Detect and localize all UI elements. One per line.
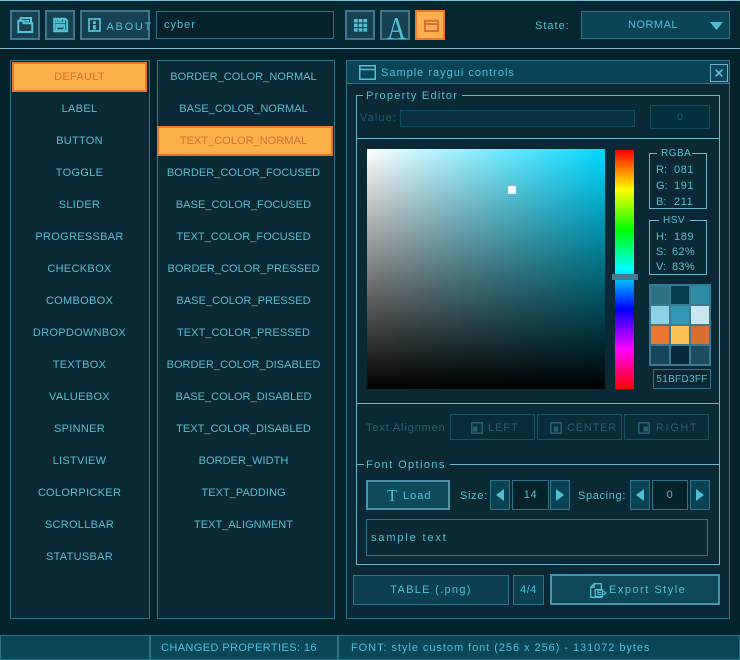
svg-text:E: E	[597, 590, 602, 597]
